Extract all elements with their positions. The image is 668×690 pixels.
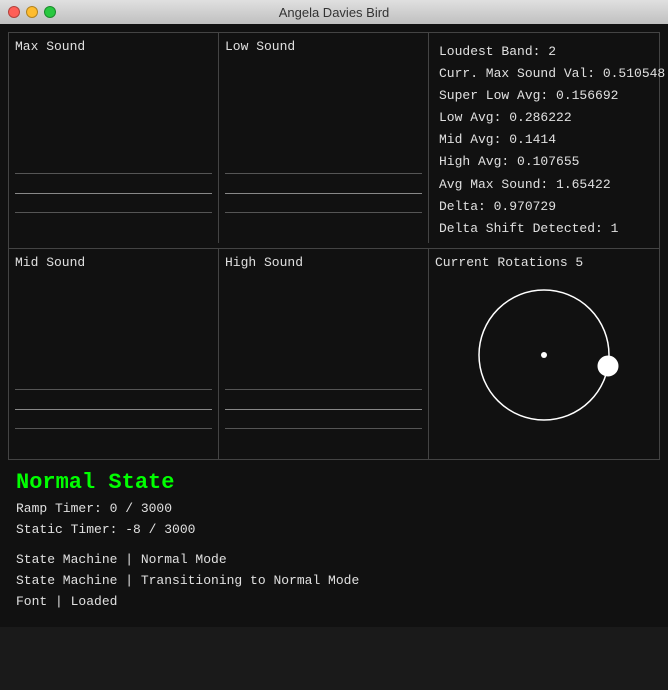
maximize-button[interactable] xyxy=(44,6,56,18)
info-panel: Loudest Band: 2 Curr. Max Sound Val: 0.5… xyxy=(429,33,668,248)
curr-max-sound: Curr. Max Sound Val: 0.510548 xyxy=(439,63,665,85)
window-controls[interactable] xyxy=(8,6,56,18)
rotation-label: Current Rotations 5 xyxy=(435,255,653,270)
low-sound-panel: Low Sound xyxy=(219,33,429,243)
static-timer: Static Timer: -8 / 3000 xyxy=(16,520,652,541)
low-avg: Low Avg: 0.286222 xyxy=(439,107,665,129)
font-status: Font | Loaded xyxy=(16,592,652,613)
mid-avg: Mid Avg: 0.1414 xyxy=(439,129,665,151)
state-machine-1: State Machine | Normal Mode xyxy=(16,550,652,571)
rotation-panel: Current Rotations 5 xyxy=(429,249,659,459)
normal-state-heading: Normal State xyxy=(16,470,652,495)
mid-sound-panel: Mid Sound xyxy=(9,249,219,459)
high-sound-panel: High Sound xyxy=(219,249,429,459)
high-avg: High Avg: 0.107655 xyxy=(439,151,665,173)
status-section: Normal State Ramp Timer: 0 / 3000 Static… xyxy=(8,460,660,619)
close-button[interactable] xyxy=(8,6,20,18)
main-content: Max Sound Low Sound Loudest Band: 2 Curr… xyxy=(0,24,668,627)
avg-max-sound: Avg Max Sound: 1.65422 xyxy=(439,174,665,196)
super-low-avg: Super Low Avg: 0.156692 xyxy=(439,85,665,107)
low-sound-label: Low Sound xyxy=(225,39,422,54)
max-sound-label: Max Sound xyxy=(15,39,212,54)
mid-sound-label: Mid Sound xyxy=(15,255,212,270)
max-sound-panel: Max Sound xyxy=(9,33,219,243)
minimize-button[interactable] xyxy=(26,6,38,18)
title-bar: Angela Davies Bird xyxy=(0,0,668,24)
state-machine-2: State Machine | Transitioning to Normal … xyxy=(16,571,652,592)
ramp-timer: Ramp Timer: 0 / 3000 xyxy=(16,499,652,520)
delta: Delta: 0.970729 xyxy=(439,196,665,218)
rotation-svg xyxy=(464,275,624,435)
loudest-band: Loudest Band: 2 xyxy=(439,41,665,63)
high-sound-label: High Sound xyxy=(225,255,422,270)
delta-shift: Delta Shift Detected: 1 xyxy=(439,218,665,240)
app-title: Angela Davies Bird xyxy=(279,5,390,20)
